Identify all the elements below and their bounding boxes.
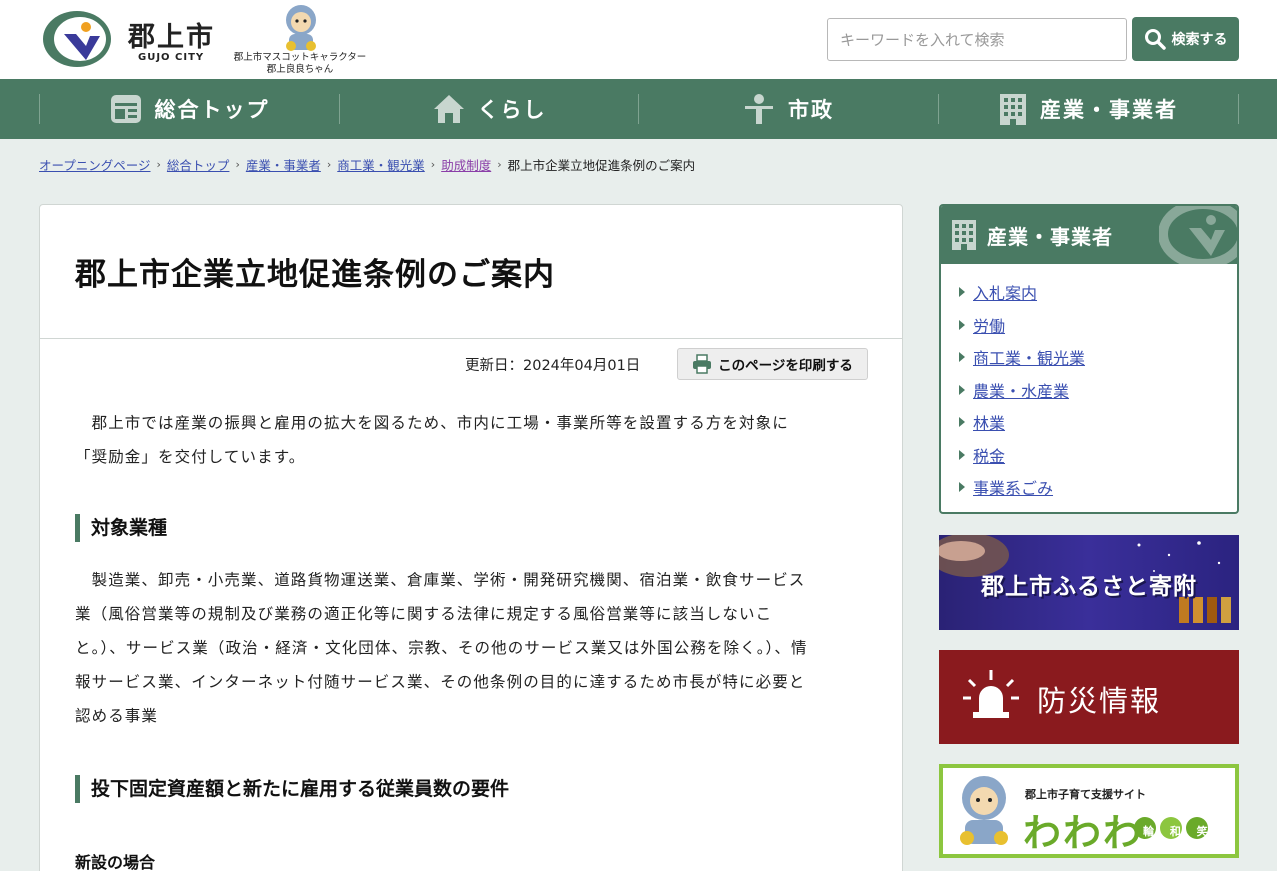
logo-subtitle: GUJO CITY bbox=[138, 52, 205, 63]
city-logo-watermark-icon bbox=[1159, 206, 1237, 266]
bullet-triangle-icon bbox=[959, 287, 965, 298]
sidebar-link-rodo[interactable]: 労働 bbox=[973, 313, 1005, 337]
sidebar-item: 農業・水産業 bbox=[959, 374, 1085, 407]
intro-line-2: 「奨励金」を交付しています。 bbox=[75, 448, 306, 466]
bullet-triangle-icon bbox=[959, 449, 965, 460]
sidebar-link-nyusatsu[interactable]: 入札案内 bbox=[973, 280, 1037, 304]
nav-item-label: 総合トップ bbox=[154, 98, 270, 122]
nav-item-label: くらし bbox=[477, 98, 547, 122]
breadcrumb-link-josei[interactable]: 助成制度 bbox=[441, 155, 491, 174]
city-logo-icon[interactable] bbox=[42, 10, 112, 68]
intro-line-1-text: 郡上市では産業の振興と雇用の拡大を図るため、市内に工場・事業所等を設置する方を対… bbox=[91, 414, 789, 432]
bullet-triangle-icon bbox=[959, 319, 965, 330]
breadcrumb-separator-icon: › bbox=[156, 158, 161, 171]
print-button-label: このページを印刷する bbox=[718, 358, 853, 374]
sidebar-item: 商工業・観光業 bbox=[959, 341, 1085, 374]
mascot-icon bbox=[960, 776, 1008, 845]
sidebar-category-box: 産業・事業者 入札案内 労働 商工業・観光業 農業・水産業 林業 税金 事業系ご… bbox=[939, 204, 1239, 514]
breadcrumb-separator-icon: › bbox=[430, 158, 436, 171]
breadcrumb-link-opening[interactable]: オープニングページ bbox=[39, 155, 151, 174]
building-icon bbox=[952, 220, 976, 250]
banner-wawawa-title: わわわ bbox=[1023, 811, 1144, 855]
logo-text[interactable]: 郡上市 bbox=[128, 15, 215, 54]
paragraph-line: と。）、サービス業（政治・経済・文化団体、宗教、その他のサービス業又は外国公務を… bbox=[75, 639, 808, 657]
sidebar-link-nogyo[interactable]: 農業・水産業 bbox=[973, 378, 1069, 402]
nav-item-top[interactable]: 総合トップ bbox=[39, 79, 339, 139]
mascot-caption-line2: 郡上良良ちゃん bbox=[266, 64, 334, 75]
sidebar-heading: 産業・事業者 bbox=[941, 206, 1237, 266]
intro-paragraph: 郡上市では産業の振興と雇用の拡大を図るため、市内に工場・事業所等を設置する方を対… bbox=[75, 406, 875, 474]
target-industries-paragraph: 製造業、卸売・小売業、道路貨物運送業、倉庫業、学術・開発研究機関、宿泊業・飲食サ… bbox=[75, 563, 875, 733]
search-icon bbox=[1144, 29, 1166, 50]
title-divider bbox=[40, 338, 902, 339]
nav-item-kurashi[interactable]: くらし bbox=[339, 79, 639, 139]
bullet-triangle-icon bbox=[959, 417, 965, 428]
global-nav: 総合トップ くらし 市政 産業・事業者 bbox=[0, 79, 1277, 139]
sidebar-item: 事業系ごみ bbox=[959, 471, 1085, 504]
search-button-label: 検索する bbox=[1171, 32, 1228, 48]
sidebar-heading-label: 産業・事業者 bbox=[987, 224, 1113, 249]
sidebar-link-list: 入札案内 労働 商工業・観光業 農業・水産業 林業 税金 事業系ごみ bbox=[959, 276, 1085, 504]
breadcrumb-current: 郡上市企業立地促進条例のご案内 bbox=[507, 158, 696, 173]
person-icon bbox=[745, 94, 773, 124]
sidebar-item: 入札案内 bbox=[959, 276, 1085, 309]
paragraph-line: 認める事業 bbox=[75, 707, 159, 725]
search-button[interactable]: 検索する bbox=[1132, 17, 1239, 61]
breadcrumb: オープニングページ › 総合トップ › 産業・事業者 › 商工業・観光業 › 助… bbox=[39, 155, 695, 174]
breadcrumb-separator-icon: › bbox=[497, 158, 502, 171]
printer-icon bbox=[693, 354, 712, 374]
siren-icon bbox=[963, 670, 1019, 718]
section-heading-requirements: 投下固定資産額と新たに雇用する従業員数の要件 bbox=[75, 775, 509, 803]
bullet-triangle-icon bbox=[959, 482, 965, 493]
house-icon bbox=[433, 95, 464, 123]
sidebar-link-shoko[interactable]: 商工業・観光業 bbox=[973, 345, 1085, 369]
nav-divider bbox=[1238, 94, 1239, 124]
banner-furusato[interactable]: 郡上市ふるさと寄附 bbox=[939, 535, 1239, 630]
banner-bousai[interactable]: 防災情報 bbox=[939, 650, 1239, 744]
section-heading-target-industries: 対象業種 bbox=[75, 514, 167, 542]
breadcrumb-separator-icon: › bbox=[235, 158, 240, 171]
paragraph-line: 業（風俗営業等の規制及び業務の適正化等に関する法律に規定する風俗営業等に該当しな… bbox=[75, 605, 773, 623]
breadcrumb-link-top[interactable]: 総合トップ bbox=[167, 155, 230, 174]
banner-furusato-label: 郡上市ふるさと寄附 bbox=[981, 574, 1197, 600]
intro-line-1: 郡上市では産業の振興と雇用の拡大を図るため、市内に工場・事業所等を設置する方を対… bbox=[75, 406, 875, 440]
sidebar-item: 林業 bbox=[959, 406, 1085, 439]
building-icon bbox=[1000, 94, 1026, 125]
breadcrumb-link-shoko[interactable]: 商工業・観光業 bbox=[337, 155, 425, 174]
breadcrumb-separator-icon: › bbox=[326, 158, 332, 171]
mascot-icon bbox=[286, 5, 316, 51]
bullet-triangle-icon bbox=[959, 384, 965, 395]
mascot-caption-line1: 郡上市マスコットキャラクター bbox=[233, 52, 367, 63]
banner-bousai-label: 防災情報 bbox=[1037, 684, 1162, 718]
breadcrumb-link-sangyo[interactable]: 産業・事業者 bbox=[246, 155, 321, 174]
banner-wawawa-subtitle: 郡上市子育て支援サイト bbox=[1025, 788, 1146, 801]
subheading-new-establishment: 新設の場合 bbox=[75, 853, 156, 871]
search-input[interactable] bbox=[827, 18, 1127, 61]
nav-item-shisei[interactable]: 市政 bbox=[638, 79, 938, 139]
mascot-caption: 郡上市マスコットキャラクター 郡上良良ちゃん bbox=[226, 52, 374, 76]
nav-item-label: 市政 bbox=[788, 98, 834, 122]
sidebar-link-ringyo[interactable]: 林業 bbox=[973, 410, 1005, 434]
sidebar-link-zeikin[interactable]: 税金 bbox=[973, 443, 1005, 467]
banner-wawawa[interactable]: 郡上市子育て支援サイト わわわ 輪 和 笑 bbox=[939, 764, 1239, 858]
sidebar-item: 税金 bbox=[959, 439, 1085, 472]
page-title: 郡上市企業立地促進条例のご案内 bbox=[75, 257, 555, 293]
paragraph-line: 製造業、卸売・小売業、道路貨物運送業、倉庫業、学術・開発研究機関、宿泊業・飲食サ… bbox=[75, 571, 806, 589]
nav-item-sangyo[interactable]: 産業・事業者 bbox=[938, 79, 1238, 139]
bullet-triangle-icon bbox=[959, 352, 965, 363]
site-header: 郡上市 GUJO CITY 郡上市マスコットキャラクター 郡上良良ちゃん 検索す… bbox=[0, 0, 1277, 79]
main-content: 郡上市企業立地促進条例のご案内 更新日：2024年04月01日 このページを印刷… bbox=[39, 204, 903, 871]
home-page-icon bbox=[110, 95, 141, 123]
print-button[interactable]: このページを印刷する bbox=[677, 348, 868, 380]
banner-wawawa-kanji: 輪 和 笑 bbox=[1143, 825, 1214, 838]
nav-item-label: 産業・事業者 bbox=[1040, 98, 1178, 122]
updated-date: 更新日：2024年04月01日 bbox=[465, 358, 641, 374]
sidebar-item: 労働 bbox=[959, 309, 1085, 342]
paragraph-line: 報サービス業、インターネット付随サービス業、その他条例の目的に達するため市長が特… bbox=[75, 673, 806, 691]
sidebar-link-gomi[interactable]: 事業系ごみ bbox=[973, 475, 1053, 499]
